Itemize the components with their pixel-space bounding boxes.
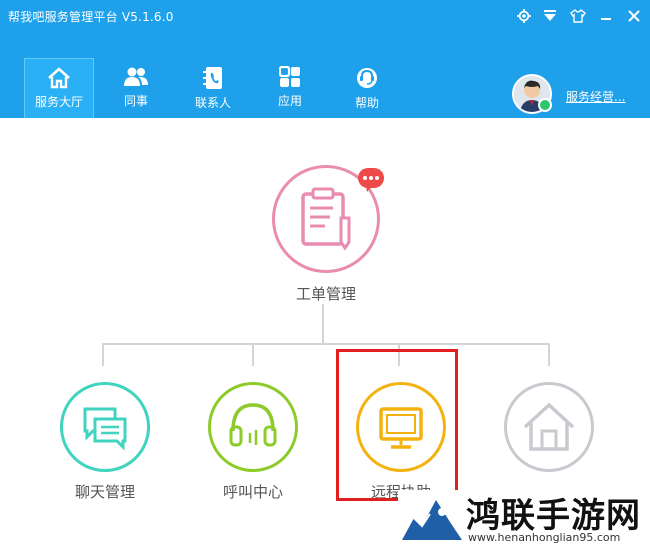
- skin-shirt-icon[interactable]: [568, 6, 588, 26]
- connector-line: [102, 343, 104, 366]
- nav-contacts[interactable]: 联系人: [178, 58, 248, 118]
- online-status-icon: [538, 98, 552, 112]
- chat-icon: [83, 407, 127, 451]
- chat-bubble-icon: [358, 168, 384, 192]
- connector-line: [102, 343, 550, 345]
- apps-icon: [279, 66, 300, 87]
- nav-label: 应用: [277, 94, 302, 108]
- user-name-link[interactable]: 服务经营...: [566, 88, 625, 105]
- title-bar: 帮我吧服务管理平台 V5.1.6.0 服务大厅 同事 联系人 应用 帮助 服务经…: [0, 0, 650, 118]
- watermark-url: www.henanhonglian95.com: [468, 531, 621, 544]
- headset-icon: [229, 403, 277, 447]
- colleagues-icon: [124, 67, 148, 86]
- dropdown-menu-icon[interactable]: [540, 6, 560, 26]
- close-icon[interactable]: [624, 6, 644, 26]
- house-icon: [523, 402, 575, 451]
- nav-service-hall[interactable]: 服务大厅: [24, 58, 94, 118]
- call-center-button[interactable]: [208, 382, 298, 472]
- home-icon: [48, 67, 70, 89]
- call-center-label: 呼叫中心: [222, 483, 283, 501]
- nav-label: 联系人: [194, 96, 231, 110]
- home-service-button[interactable]: [504, 382, 594, 472]
- contacts-icon: [203, 67, 222, 89]
- nav-label: 同事: [123, 94, 148, 108]
- chat-management-button[interactable]: [60, 382, 150, 472]
- nav-label: 帮助: [354, 96, 379, 110]
- nav-apps[interactable]: 应用: [255, 58, 325, 118]
- connector-line: [548, 343, 550, 366]
- settings-gear-icon[interactable]: [514, 6, 534, 26]
- watermark-text: 鸿联手游网: [466, 496, 641, 536]
- minimize-icon[interactable]: [596, 6, 616, 26]
- app-title: 帮我吧服务管理平台 V5.1.6.0: [8, 10, 174, 24]
- chat-management-label: 聊天管理: [74, 483, 135, 501]
- nav-help[interactable]: 帮助: [332, 58, 402, 118]
- connector-line: [322, 304, 324, 344]
- nav-label: 服务大厅: [34, 95, 83, 109]
- help-icon: [357, 68, 377, 88]
- nav-colleagues[interactable]: 同事: [101, 58, 171, 118]
- highlight-box: [336, 349, 458, 501]
- ticket-management-label: 工单管理: [295, 285, 356, 303]
- connector-line: [252, 343, 254, 366]
- watermark-logo-icon: [400, 492, 464, 544]
